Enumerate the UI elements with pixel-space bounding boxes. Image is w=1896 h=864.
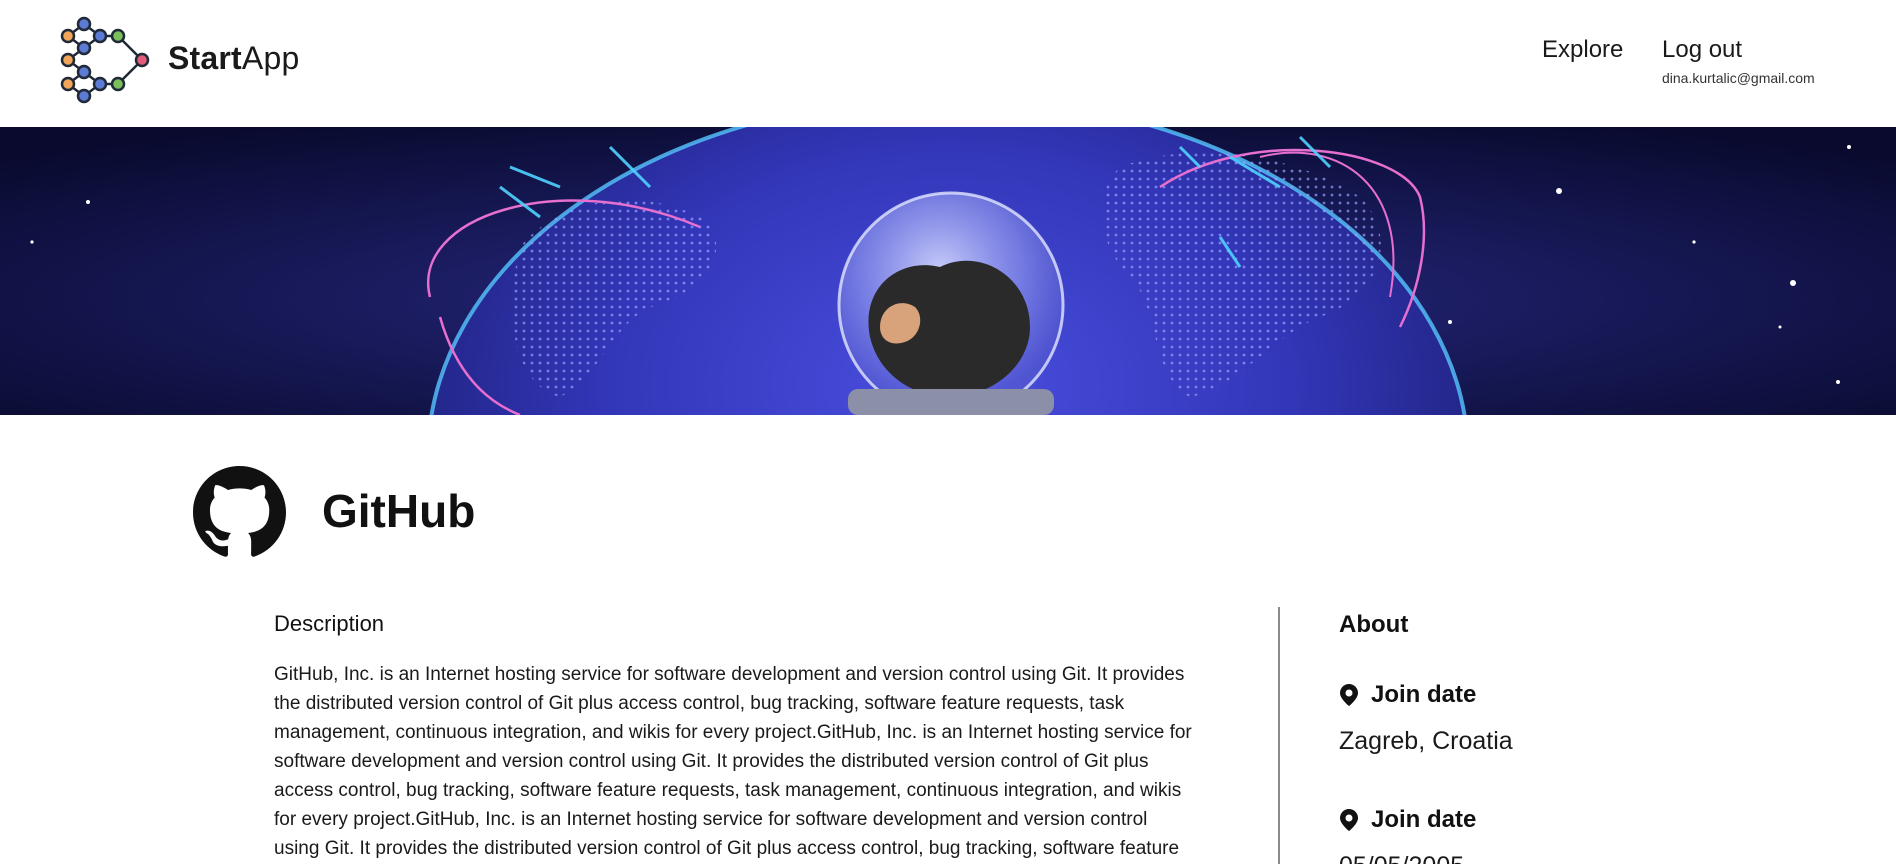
about-item-label: Join date (1371, 681, 1477, 708)
location-pin-icon (1340, 809, 1358, 831)
brand-name[interactable]: StartApp (168, 40, 299, 77)
startapp-logo-icon[interactable] (60, 14, 152, 106)
user-email: dina.kurtalic@gmail.com (1662, 70, 1815, 86)
description-text: GitHub, Inc. is an Internet hosting serv… (274, 664, 1192, 859)
top-header: StartApp Explore Log out dina.kurtalic@g… (0, 0, 1896, 127)
section-divider (1278, 607, 1280, 864)
brand-name-bold: Start (168, 40, 242, 76)
github-octocat-icon (193, 466, 286, 557)
about-item-location: Join date Zagreb, Croatia (1339, 681, 1513, 756)
about-item-value: 05/05/2005 (1339, 852, 1476, 864)
about-item-label: Join date (1371, 806, 1477, 833)
nav-explore-link[interactable]: Explore (1542, 36, 1623, 64)
nav-logout-link[interactable]: Log out (1662, 36, 1742, 64)
company-name: GitHub (322, 485, 476, 537)
about-heading: About (1339, 611, 1409, 638)
about-item-join-date: Join date 05/05/2005 (1339, 806, 1476, 864)
brand-name-regular: App (241, 40, 300, 76)
description-heading: Description (274, 611, 385, 636)
location-pin-icon (1340, 684, 1358, 706)
about-item-value: Zagreb, Croatia (1339, 727, 1513, 755)
cover-banner-image (0, 127, 1896, 415)
